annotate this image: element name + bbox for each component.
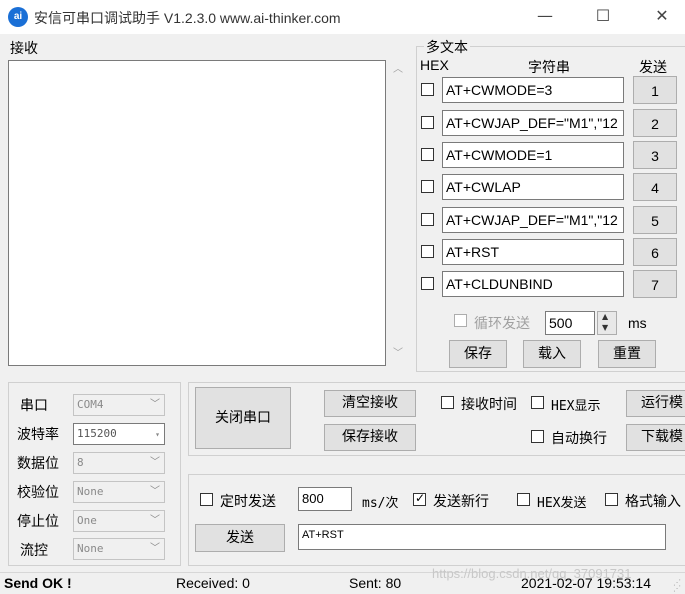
hex-send-checkbox[interactable] bbox=[517, 493, 530, 506]
multi-text-title: 多文本 bbox=[424, 37, 470, 57]
chevron-down-icon: ﹀ bbox=[150, 515, 160, 526]
send-newline-label: 发送新行 bbox=[433, 494, 489, 510]
parity-value: None bbox=[77, 485, 104, 498]
hex-row-checkbox[interactable] bbox=[421, 148, 434, 161]
send-row-button[interactable]: 1 bbox=[633, 76, 677, 104]
chevron-down-icon: ﹀ bbox=[150, 457, 160, 468]
loop-send-checkbox[interactable] bbox=[454, 314, 467, 327]
auto-wrap-checkbox[interactable] bbox=[531, 430, 544, 443]
multi-text-input[interactable]: AT+CWJAP_DEF="M1","12 bbox=[442, 110, 624, 136]
databits-select[interactable]: 8 ﹀ bbox=[73, 452, 165, 474]
minimize-button[interactable]: — bbox=[522, 0, 568, 34]
chevron-down-icon: ﹀ bbox=[150, 486, 160, 497]
hex-row-checkbox[interactable] bbox=[421, 116, 434, 129]
hex-display-checkbox[interactable] bbox=[531, 396, 544, 409]
chevron-down-icon: ﹀ bbox=[150, 543, 160, 554]
timed-interval-input[interactable]: 800 bbox=[298, 487, 352, 511]
loop-send-label: 循环发送 bbox=[474, 316, 530, 332]
stopbits-value: One bbox=[77, 514, 97, 527]
send-panel bbox=[188, 474, 685, 566]
auto-wrap-label: 自动换行 bbox=[551, 431, 607, 447]
received-count: Received: 0 bbox=[176, 575, 250, 591]
loop-interval-input[interactable]: 500 bbox=[545, 311, 595, 335]
loop-interval-spinner[interactable]: ▲ ▼ bbox=[597, 311, 617, 335]
maximize-button[interactable]: ☐ bbox=[580, 0, 626, 34]
save-multi-button[interactable]: 保存 bbox=[449, 340, 507, 368]
resize-grip-icon[interactable]: ⋰ ⋰ bbox=[673, 579, 683, 593]
close-window-button[interactable]: ✕ bbox=[639, 0, 685, 34]
multi-text-input[interactable]: AT+CWMODE=1 bbox=[442, 142, 624, 168]
send-button[interactable]: 发送 bbox=[195, 524, 285, 552]
databits-value: 8 bbox=[77, 456, 84, 469]
spin-down-icon[interactable]: ▼ bbox=[602, 323, 608, 332]
receive-textarea[interactable] bbox=[8, 60, 386, 366]
hex-row-checkbox[interactable] bbox=[421, 180, 434, 193]
hex-column-header: HEX bbox=[420, 57, 449, 73]
receive-label: 接收 bbox=[10, 41, 38, 57]
send-row-button[interactable]: 5 bbox=[633, 206, 677, 234]
stopbits-select[interactable]: One ﹀ bbox=[73, 510, 165, 532]
app-logo-icon: ai bbox=[8, 7, 28, 27]
save-receive-button[interactable]: 保存接收 bbox=[324, 424, 416, 451]
string-column-header: 字符串 bbox=[528, 60, 570, 76]
dropdown-arrow-icon: ▾ bbox=[155, 430, 160, 439]
multi-text-input[interactable]: AT+CWMODE=3 bbox=[442, 77, 624, 103]
format-input-checkbox[interactable] bbox=[605, 493, 618, 506]
format-input-label: 格式输入 bbox=[625, 494, 681, 510]
send-newline-checkbox[interactable] bbox=[413, 491, 426, 506]
send-row-button[interactable]: 2 bbox=[633, 109, 677, 137]
baud-value: 115200 bbox=[77, 427, 117, 440]
timed-send-label: 定时发送 bbox=[220, 494, 276, 510]
flow-select[interactable]: None ﹀ bbox=[73, 538, 165, 560]
hex-row-checkbox[interactable] bbox=[421, 277, 434, 290]
clear-receive-button[interactable]: 清空接收 bbox=[324, 390, 416, 417]
port-value: COM4 bbox=[77, 398, 104, 411]
hex-display-label: HEX显示 bbox=[551, 399, 601, 414]
send-row-button[interactable]: 3 bbox=[633, 141, 677, 169]
multi-text-input[interactable]: AT+RST bbox=[442, 239, 624, 265]
sent-count: Sent: 80 bbox=[349, 575, 402, 591]
status-message: Send OK ! bbox=[4, 575, 72, 591]
flow-value: None bbox=[77, 542, 104, 555]
chevron-down-icon: ﹀ bbox=[150, 399, 160, 410]
port-select[interactable]: COM4 ﹀ bbox=[73, 394, 165, 416]
hex-send-label: HEX发送 bbox=[537, 496, 587, 511]
loop-unit-label: ms bbox=[628, 315, 647, 331]
hex-row-checkbox[interactable] bbox=[421, 83, 434, 96]
multi-text-input[interactable]: AT+CWLAP bbox=[442, 174, 624, 200]
send-column-header: 发送 bbox=[639, 60, 667, 76]
hex-row-checkbox[interactable] bbox=[421, 213, 434, 226]
scroll-up-icon[interactable]: ︿ bbox=[388, 62, 408, 78]
send-row-button[interactable]: 7 bbox=[633, 270, 677, 298]
reset-multi-button[interactable]: 重置 bbox=[598, 340, 656, 368]
window-title: 安信可串口调试助手 V1.2.3.0 www.ai-thinker.com bbox=[34, 10, 341, 26]
baud-label: 波特率 bbox=[17, 427, 59, 443]
flow-label: 流控 bbox=[20, 543, 48, 559]
spin-up-icon[interactable]: ▲ bbox=[602, 312, 608, 321]
download-mode-button[interactable]: 下载模 bbox=[626, 424, 685, 451]
receive-time-label: 接收时间 bbox=[461, 397, 517, 413]
port-label: 串口 bbox=[20, 398, 48, 414]
multi-text-input[interactable]: AT+CLDUNBIND bbox=[442, 271, 624, 297]
baud-select[interactable]: 115200 ▾ bbox=[73, 423, 165, 445]
hex-row-checkbox[interactable] bbox=[421, 245, 434, 258]
parity-label: 校验位 bbox=[17, 485, 59, 501]
scroll-down-icon[interactable]: ﹀ bbox=[388, 346, 408, 362]
send-row-button[interactable]: 6 bbox=[633, 238, 677, 266]
receive-scrollbar[interactable]: ︿ ﹀ bbox=[388, 60, 408, 366]
parity-select[interactable]: None ﹀ bbox=[73, 481, 165, 503]
datetime-display: 2021-02-07 19:53:14 bbox=[521, 575, 651, 591]
send-text-input[interactable]: AT+RST bbox=[298, 524, 666, 550]
load-multi-button[interactable]: 载入 bbox=[523, 340, 581, 368]
stopbits-label: 停止位 bbox=[17, 514, 59, 530]
run-mode-button[interactable]: 运行模 bbox=[626, 390, 685, 417]
close-port-button[interactable]: 关闭串口 bbox=[195, 387, 291, 449]
receive-time-checkbox[interactable] bbox=[441, 396, 454, 409]
databits-label: 数据位 bbox=[17, 456, 59, 472]
send-row-button[interactable]: 4 bbox=[633, 173, 677, 201]
timed-send-checkbox[interactable] bbox=[200, 493, 213, 506]
interval-unit-label: ms/次 bbox=[362, 496, 399, 511]
multi-text-input[interactable]: AT+CWJAP_DEF="M1","12 bbox=[442, 207, 624, 233]
